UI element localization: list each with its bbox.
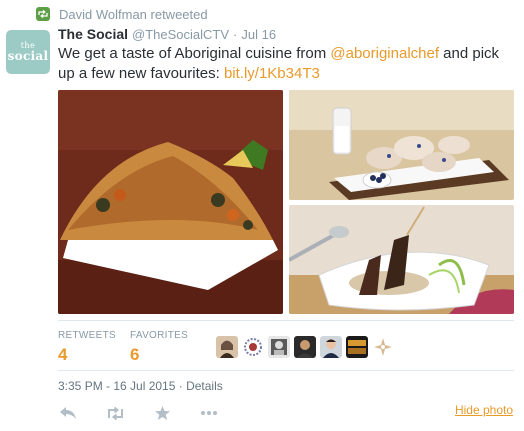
retweets-stat[interactable]: RETWEETS 4: [58, 330, 116, 365]
retweet-icon[interactable]: [105, 405, 125, 421]
star-icon[interactable]: [152, 405, 172, 421]
user-avatar-list: [216, 336, 398, 358]
retweets-count: 4: [58, 345, 68, 364]
user-avatar[interactable]: [294, 336, 316, 358]
favorites-label: FAVORITES: [130, 330, 189, 341]
avatar[interactable]: the social: [6, 30, 50, 74]
retweeter-text[interactable]: David Wolfman retweeted: [59, 7, 208, 22]
stats-divider-top: [58, 320, 514, 321]
retweet-context: David Wolfman retweeted: [36, 6, 208, 22]
tweet-date[interactable]: Jul 16: [241, 27, 276, 42]
user-avatar[interactable]: [216, 336, 238, 358]
tweet-actions: [58, 405, 246, 421]
tweet-text: We get a taste of Aboriginal cuisine fro…: [58, 44, 518, 84]
main-photo[interactable]: [58, 90, 283, 314]
avatar-text-line2: social: [7, 49, 49, 63]
skewers-photo[interactable]: [289, 205, 514, 314]
retweets-label: RETWEETS: [58, 330, 116, 341]
retweet-icon: [36, 7, 50, 21]
header-separator: ·: [233, 27, 238, 42]
reply-icon[interactable]: [58, 405, 78, 421]
favorites-count: 6: [130, 345, 140, 364]
user-avatar[interactable]: [268, 336, 290, 358]
user-avatar[interactable]: [320, 336, 342, 358]
user-avatar[interactable]: [346, 336, 368, 358]
mention-link[interactable]: @aboriginalchef: [330, 45, 439, 62]
url-link[interactable]: bit.ly/1Kb34T3: [224, 65, 320, 82]
stats-divider-bottom: [58, 370, 514, 371]
tweet-timestamp[interactable]: 3:35 PM - 16 Jul 2015 · Details: [58, 379, 223, 393]
more-icon[interactable]: [199, 405, 219, 421]
user-avatar[interactable]: [242, 336, 264, 358]
scones-photo[interactable]: [289, 90, 514, 200]
hide-photo-link[interactable]: Hide photo: [455, 403, 513, 417]
tweet-text-part1: We get a taste of Aboriginal cuisine fro…: [58, 45, 331, 62]
tweet-header: The Social @TheSocialCTV · Jul 16: [58, 26, 276, 44]
author-fullname[interactable]: The Social: [58, 26, 128, 42]
author-username[interactable]: @TheSocialCTV: [132, 27, 229, 42]
user-avatar[interactable]: [372, 336, 394, 358]
favorites-stat[interactable]: FAVORITES 6: [130, 330, 188, 365]
